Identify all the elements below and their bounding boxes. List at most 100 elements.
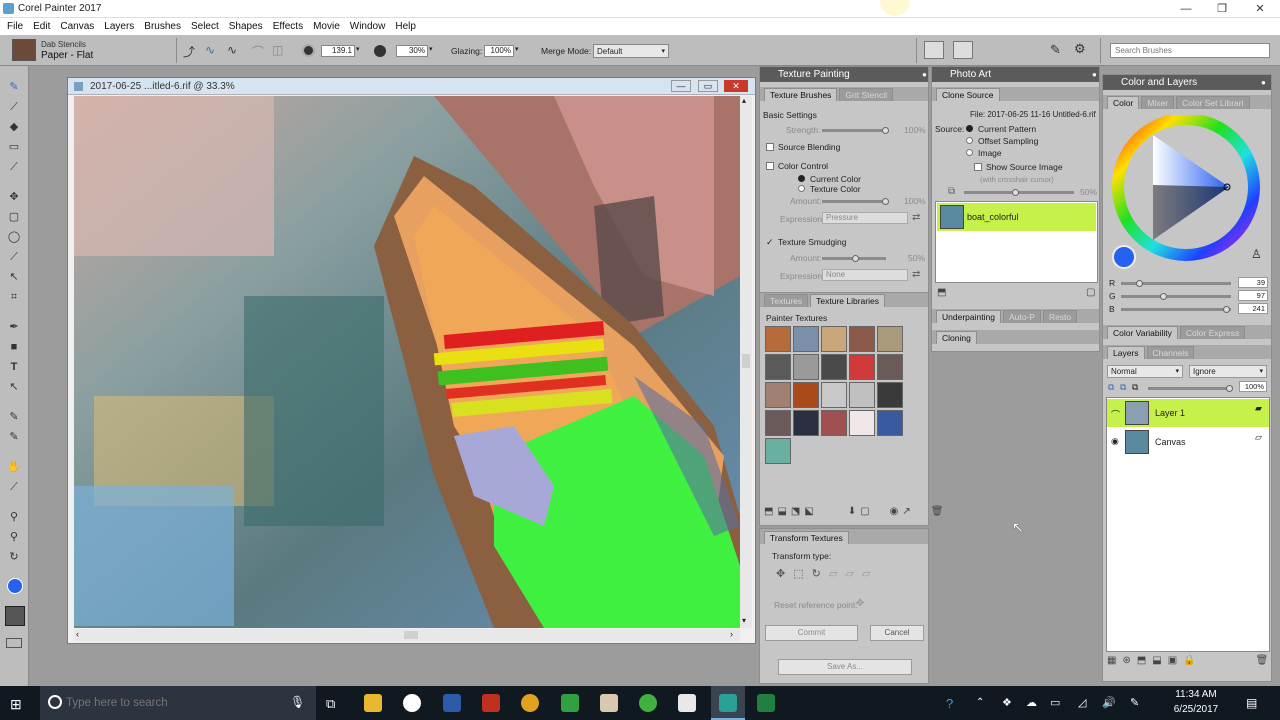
tab-textures[interactable]: Textures [764,294,809,307]
camtasia-recorder-icon[interactable] [757,694,775,712]
lasso-icon[interactable]: ◯ [6,230,22,244]
chevron-up-icon[interactable]: ⌃ [976,697,984,708]
brush-variant[interactable]: Paper - Flat [41,50,93,61]
glazing-dropdown-icon[interactable]: ▾ [515,45,519,53]
color-wheel[interactable] [1111,115,1261,265]
preserve-transparency-icon[interactable]: ⧉ [1108,382,1114,393]
reset-tool-icon[interactable]: ⤴ [183,43,195,60]
windows-start-icon[interactable]: ⊞ [10,696,22,713]
layer-opacity-knob[interactable] [1226,385,1233,392]
rotate-transform-icon[interactable]: ↻ [812,567,821,580]
tab-color[interactable]: Color [1107,96,1140,109]
tab-layers[interactable]: Layers [1107,346,1145,359]
reset-reference-icon[interactable]: ✥ [856,598,864,609]
layer-row[interactable]: ◉ Canvas ▱ [1107,428,1269,456]
messaging-icon[interactable] [639,694,657,712]
scroll-down-icon[interactable]: ▾ [742,616,746,625]
layer-group-icon[interactable]: ⬓ [1152,655,1161,669]
image-radio[interactable] [966,149,973,156]
texture-swatch[interactable] [877,326,903,352]
menu-select[interactable]: Select [186,21,224,32]
dynamic-plugins-icon[interactable]: ⊛ [1122,655,1130,669]
burn-icon[interactable]: ✎ [6,430,22,444]
lock-layer-icon[interactable]: ⧉ [1132,382,1138,393]
texture-options-icon[interactable]: ⬇ [848,506,856,520]
taskbar-search[interactable]: 🎙 [40,686,316,720]
r-slider[interactable] [1121,280,1231,287]
smudge-amount-knob[interactable] [852,255,859,262]
menu-edit[interactable]: Edit [28,21,55,32]
texture-settings-icon[interactable]: ◉ [890,506,899,520]
current-color-radio[interactable] [798,175,805,182]
texture-swatch[interactable] [849,354,875,380]
doc-minimize-icon[interactable]: — [671,80,691,92]
show-source-image-checkbox[interactable] [974,163,982,171]
menu-canvas[interactable]: Canvas [55,21,99,32]
clone-opacity-knob[interactable] [1012,189,1019,196]
taskbar-search-input[interactable] [66,694,281,712]
microphone-icon[interactable]: 🎙 [290,695,305,709]
scale-transform-icon[interactable]: ⬚ [793,567,803,580]
zoom-icon[interactable]: ⚲ [6,530,22,544]
menu-brushes[interactable]: Brushes [139,21,186,32]
brush-category[interactable]: Dab Stencils [41,40,86,49]
grabber-icon[interactable]: ✋ [6,460,22,474]
layer-opacity-slider[interactable] [1148,385,1233,392]
layer-commands-icon[interactable]: ▦ [1107,655,1116,669]
pick-up-underlying-icon[interactable]: ⧉ [1120,382,1126,393]
menu-effects[interactable]: Effects [268,21,308,32]
menu-layers[interactable]: Layers [99,21,139,32]
vertical-scrollbar[interactable]: ▴ ▾ [740,96,752,628]
tab-color-express[interactable]: Color Express [1179,326,1246,339]
g-slider[interactable] [1121,293,1231,300]
clone-source-item[interactable]: boat_colorful [937,203,1096,231]
freehand-stroke-icon[interactable]: ∿ [205,43,215,57]
crop-icon[interactable]: ⌗ [6,290,22,304]
tab-texture-libraries[interactable]: Texture Libraries [810,294,885,307]
texture-smudging-check-icon[interactable]: ✓ [766,237,774,248]
menu-window[interactable]: Window [345,21,391,32]
scroll-left-icon[interactable]: ‹ [76,629,79,639]
size-field[interactable]: 139.1 [321,45,355,57]
dropper-tool-icon[interactable]: ⟋ [6,100,22,114]
tracing-paper-icon[interactable]: ⧉ [948,186,955,197]
texture-swatch[interactable] [821,326,847,352]
brush-thumbnail-icon[interactable] [12,39,36,61]
delete-layer-icon[interactable]: 🗑 [1256,655,1269,669]
paint-bucket-icon[interactable]: ◆ [6,120,22,134]
add-clone-source-icon[interactable]: ⬒ [937,287,946,298]
volume-icon[interactable]: 🔊 [1102,696,1116,709]
opacity-field[interactable]: 30% [396,45,428,57]
texture-swatch[interactable] [821,354,847,380]
size-dropdown-icon[interactable]: ▾ [356,45,360,53]
layer-opacity-field[interactable]: 100% [1239,381,1267,392]
capture-texture-icon[interactable]: ⬓ [777,506,786,520]
texture-swatch[interactable] [877,382,903,408]
eraser-icon[interactable]: ▭ [6,140,22,154]
new-library-icon[interactable]: ⬔ [791,506,800,520]
distort-transform-icon[interactable]: ▱ [845,567,853,580]
painter-taskbar-button[interactable] [711,686,745,720]
r-field[interactable]: 39 [1238,277,1268,288]
color-control-checkbox[interactable] [766,162,774,170]
clone-tool-icon[interactable]: ⟋ [6,160,22,174]
video-app-icon[interactable] [600,694,618,712]
transform-tool-icon[interactable]: ✥ [6,190,22,204]
visibility-icon[interactable]: ⌒ [1111,408,1120,421]
clone-opacity-slider[interactable] [964,189,1074,196]
opacity-dropdown-icon[interactable]: ▾ [429,45,433,53]
tab-cloning[interactable]: Cloning [936,331,977,344]
pen-tool-icon[interactable]: ✒ [6,320,22,334]
help-icon[interactable]: ? [946,696,953,711]
brush-tools-icon[interactable]: ✎ [1050,42,1061,58]
composite-depth-select[interactable]: Ignore ▾ [1189,365,1267,378]
g-knob[interactable] [1160,293,1167,300]
texture-swatch[interactable] [765,382,791,408]
source-blending-checkbox[interactable] [766,143,774,151]
merge-mode-select[interactable]: Default ▾ [593,44,669,58]
menu-movie[interactable]: Movie [308,21,345,32]
battery-icon[interactable]: ▭ [1050,696,1060,709]
minimize-icon[interactable]: — [1168,0,1204,18]
tab-color-set-libraries[interactable]: Color Set Librari [1176,96,1250,109]
texture-swatch[interactable] [877,410,903,436]
